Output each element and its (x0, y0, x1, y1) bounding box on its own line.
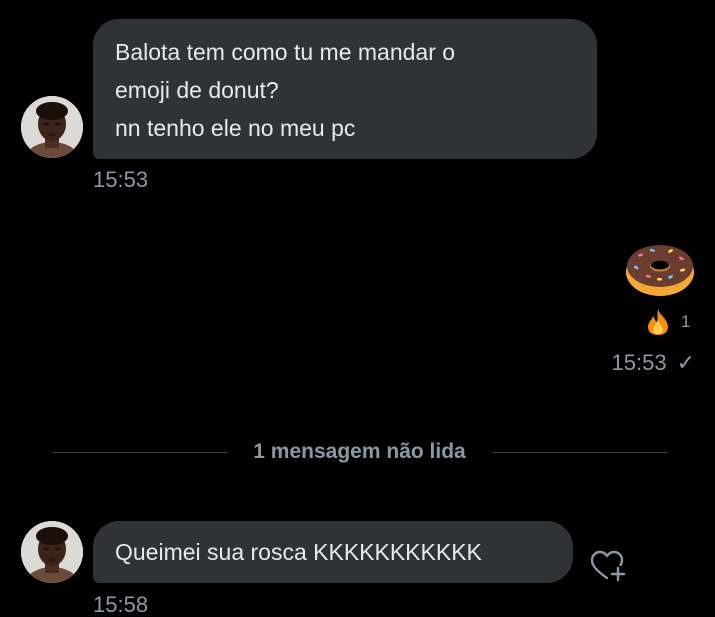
like-button[interactable] (587, 545, 629, 587)
reaction[interactable]: 1 (645, 308, 690, 336)
message-text-line: Balota tem como tu me mandar o (115, 39, 456, 65)
message-text-line: Queimei sua rosca KKKKKKKKKKK (115, 539, 482, 565)
fire-icon (648, 309, 668, 335)
avatar-image (21, 521, 83, 583)
message-timestamp: 15:53 (611, 350, 667, 375)
sent-meta: 15:53 ✓ (612, 350, 696, 376)
message-bubble-incoming[interactable]: Queimei sua rosca KKKKKKKKKKK (93, 521, 573, 583)
reaction-count: 1 (681, 312, 691, 331)
message-timestamp: 15:53 (93, 167, 149, 192)
message-bubble-incoming[interactable]: Balota tem como tu me mandar o emoji de … (93, 19, 597, 159)
donut-emoji[interactable] (624, 238, 696, 298)
donut-icon (626, 245, 694, 296)
avatar[interactable] (21, 521, 83, 583)
unread-divider: 1 mensagem não lida (52, 437, 668, 467)
message-timestamp: 15:58 (93, 592, 149, 617)
message-text-line: emoji de donut? (115, 77, 279, 103)
message-text-line: nn tenho ele no meu pc (115, 115, 356, 141)
avatar[interactable] (21, 96, 83, 158)
divider-line (52, 451, 228, 453)
unread-divider-label: 1 mensagem não lida (253, 440, 466, 463)
divider-line (491, 451, 668, 453)
heart-plus-icon (590, 550, 626, 582)
conversation-view: Balota tem como tu me mandar o emoji de … (0, 0, 715, 617)
avatar-image (21, 96, 83, 158)
sent-checkmark-icon: ✓ (676, 350, 695, 375)
